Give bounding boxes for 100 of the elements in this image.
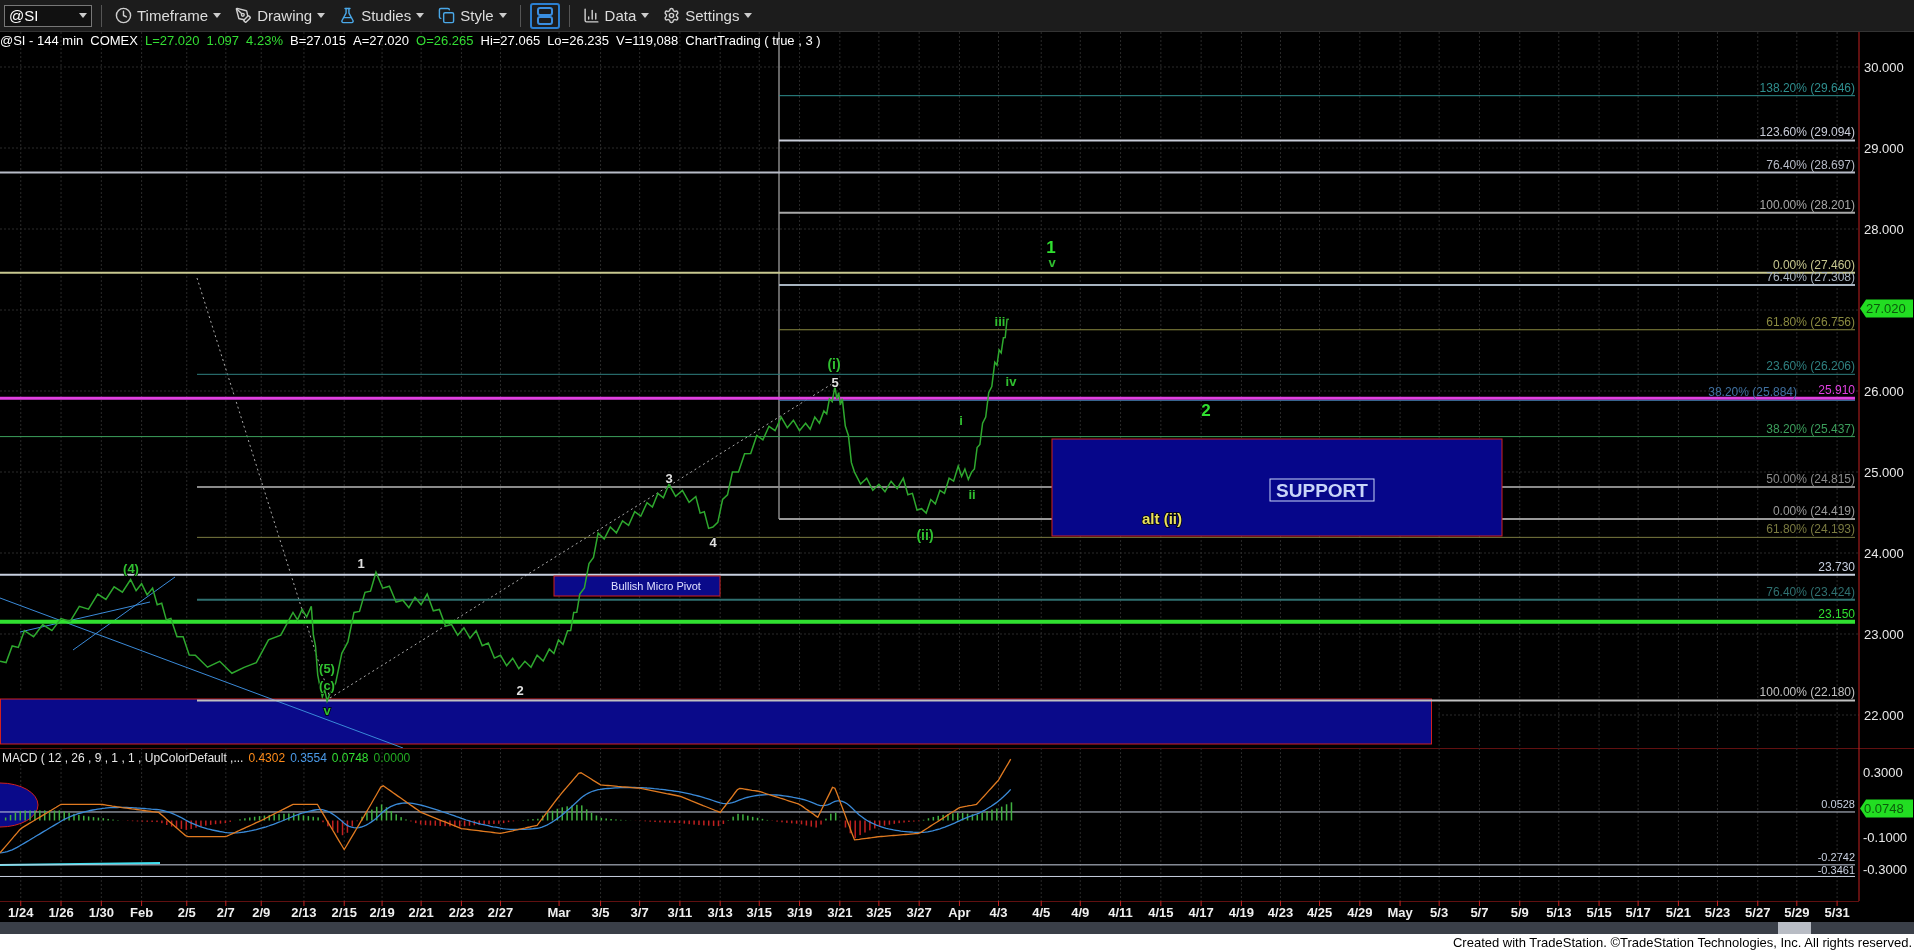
scrollbar[interactable] — [0, 922, 1914, 934]
date-label: 2/5 — [177, 905, 196, 920]
flask-icon — [339, 7, 357, 24]
date-label: 4/17 — [1188, 905, 1214, 920]
date-label: 5/7 — [1470, 905, 1489, 920]
axis-label: 22.000 — [1864, 708, 1904, 723]
date-label: May — [1387, 905, 1413, 920]
level-label: 0.00% (24.419) — [1772, 504, 1855, 519]
level-label: 138.20% (29.646) — [1759, 80, 1855, 95]
level-label: 38.20% (25.884) — [1708, 385, 1797, 400]
date-label: 2/15 — [331, 905, 357, 920]
date-label: 4/25 — [1306, 905, 1333, 920]
level-label: 38.20% (25.437) — [1766, 421, 1855, 436]
wave-label: iv — [1005, 373, 1017, 389]
indicator-value: 0.0748 — [331, 751, 369, 765]
quote-field: @SI - 144 min — [0, 33, 84, 48]
quote-field: B=27.015 — [289, 33, 346, 48]
date-label: 3/27 — [906, 905, 932, 920]
caret-icon — [744, 13, 753, 18]
date-label: 4/23 — [1267, 905, 1294, 920]
toolbar-menu[interactable]: Style — [434, 2, 511, 29]
level-label: -0.3461 — [1817, 864, 1855, 877]
indicator-title: MACD ( 12 , 26 , 9 , 1 , 1 , UpColorDefault ,... — [2, 751, 244, 765]
layout-icon — [535, 5, 554, 26]
date-label: 5/21 — [1665, 905, 1692, 920]
date-label: 1/26 — [48, 905, 74, 920]
zone-label: SUPPORT — [1269, 478, 1375, 502]
level-label: 25.910 — [1818, 383, 1855, 398]
clock-icon — [115, 7, 132, 24]
date-label: 2/21 — [408, 905, 434, 920]
date-label: 5/15 — [1586, 905, 1612, 920]
date-label: 4/3 — [989, 905, 1008, 920]
axis-label: 28.000 — [1864, 222, 1904, 237]
level-label: 61.80% (24.193) — [1766, 522, 1855, 537]
axis-label: -0.3000 — [1863, 862, 1908, 877]
axis-label: 26.000 — [1864, 384, 1904, 399]
date-label: 5/29 — [1784, 905, 1810, 920]
date-label: 1/24 — [8, 905, 34, 920]
caret-icon — [416, 13, 425, 18]
level-label: 61.80% (26.756) — [1766, 314, 1855, 329]
pivot-label: Bullish Micro Pivot — [611, 580, 701, 592]
level-label: 76.40% (28.697) — [1766, 157, 1855, 172]
date-label: 3/19 — [786, 905, 813, 920]
wave-label: iii — [994, 313, 1006, 329]
level-label: 0.00% (27.460) — [1772, 257, 1855, 272]
level-label: 76.40% (23.424) — [1766, 584, 1855, 599]
pen-icon — [235, 7, 253, 24]
quote-field: ChartTrading ( true , 3 ) — [685, 33, 821, 48]
wave-label: ii — [968, 486, 976, 502]
quote-field: Hi=27.065 — [480, 33, 541, 48]
date-label: 3/13 — [707, 905, 733, 920]
quote-field: 4.23% — [246, 33, 283, 48]
axis-label: 30.000 — [1864, 60, 1904, 75]
quote-field: L=27.020 — [144, 33, 200, 48]
quote-field: COMEX — [90, 33, 138, 48]
quote-field: V=119,088 — [615, 33, 679, 48]
layout-button[interactable] — [529, 2, 560, 29]
caret-icon — [317, 13, 326, 18]
caret-icon — [641, 13, 650, 18]
date-label: 3/25 — [866, 905, 892, 920]
caret-icon — [213, 13, 222, 18]
wave-label: i — [959, 412, 963, 428]
wave-label: 5 — [831, 374, 839, 390]
axis-label: 0.3000 — [1863, 765, 1903, 780]
date-label: 3/7 — [630, 905, 649, 920]
wave-label: 1 — [1046, 237, 1056, 257]
date-label: 5/17 — [1625, 905, 1651, 920]
level-label: 100.00% (28.201) — [1759, 197, 1855, 212]
date-label: 4/5 — [1032, 905, 1051, 920]
toolbar-menu[interactable]: Timeframe — [111, 2, 226, 29]
toolbar-menu[interactable]: Settings — [659, 2, 757, 29]
toolbar-menu[interactable]: Drawing — [231, 2, 330, 29]
toolbar-menu[interactable]: Data — [578, 2, 654, 29]
date-label: 2/23 — [448, 905, 475, 920]
level-label: 50.00% (24.815) — [1766, 472, 1855, 486]
quote-field: A=27.020 — [353, 33, 410, 48]
level-label: 123.60% (29.094) — [1759, 125, 1855, 140]
date-label: 4/11 — [1108, 905, 1133, 920]
date-label: 5/23 — [1704, 905, 1731, 920]
wave-label: 2 — [516, 682, 524, 698]
quote-field: O=26.265 — [416, 33, 474, 48]
settings-icon — [663, 7, 681, 24]
date-label: 4/9 — [1071, 905, 1090, 920]
level-label: 23.150 — [1818, 606, 1855, 621]
indicator-value: 0.0000 — [373, 751, 411, 765]
date-label: 2/27 — [487, 905, 514, 920]
caret-icon — [79, 13, 87, 18]
footer-text: Created with TradeStation. ©TradeStation Technologies, Inc. All rights reserved. — [1452, 934, 1912, 950]
toolbar-menu[interactable]: Studies — [335, 2, 429, 29]
quote-field: 1.097 — [206, 33, 240, 48]
wave-label: 1 — [357, 555, 365, 571]
wave-label: (4) — [123, 560, 139, 576]
style-icon — [438, 7, 456, 24]
date-label: 3/21 — [827, 905, 853, 920]
caret-icon — [498, 13, 507, 18]
date-label: 4/15 — [1148, 905, 1174, 920]
date-label: 2/9 — [252, 905, 271, 920]
date-label: 4/19 — [1228, 905, 1255, 920]
symbol-dropdown[interactable]: @SI — [4, 4, 92, 27]
date-label: 2/13 — [291, 905, 317, 920]
